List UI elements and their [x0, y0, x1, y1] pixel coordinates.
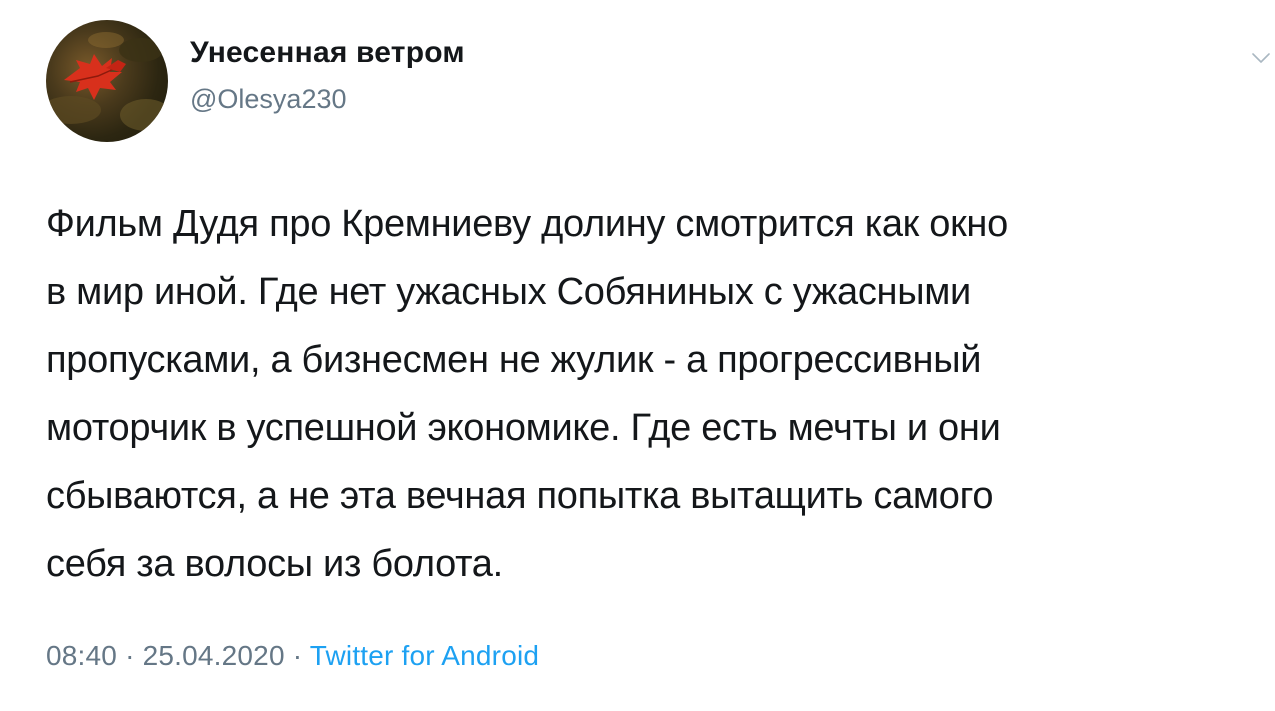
tweet-text: Фильм Дудя про Кремниеву долину смотритс…	[46, 190, 1256, 598]
user-handle[interactable]: @Olesya230	[190, 84, 347, 115]
tweet-meta: 08:40 · 25.04.2020 · Twitter for Android	[46, 640, 539, 672]
tweet-text-line: моторчик в успешной экономике. Где есть …	[46, 407, 1001, 449]
display-name[interactable]: Унесенная ветром	[190, 36, 465, 70]
tweet-date[interactable]: 25.04.2020	[143, 640, 285, 671]
tweet-text-line: Фильм Дудя про Кремниеву долину смотритс…	[46, 203, 1008, 245]
avatar[interactable]	[46, 20, 168, 142]
tweet-text-line: себя за волосы из болота.	[46, 543, 503, 585]
meta-separator: ·	[125, 640, 135, 671]
chevron-down-icon[interactable]	[1252, 52, 1270, 64]
tweet-time[interactable]: 08:40	[46, 640, 117, 671]
red-leaf-icon	[46, 32, 168, 131]
meta-separator: ·	[292, 640, 303, 671]
tweet-text-line: пропусками, а бизнесмен не жулик - а про…	[46, 339, 982, 381]
tweet-text-line: сбываются, а не эта вечная попытка вытащ…	[46, 475, 994, 517]
tweet-source-link[interactable]: Twitter for Android	[310, 640, 539, 671]
tweet-text-line: в мир иной. Где нет ужасных Собяниных с …	[46, 271, 971, 313]
